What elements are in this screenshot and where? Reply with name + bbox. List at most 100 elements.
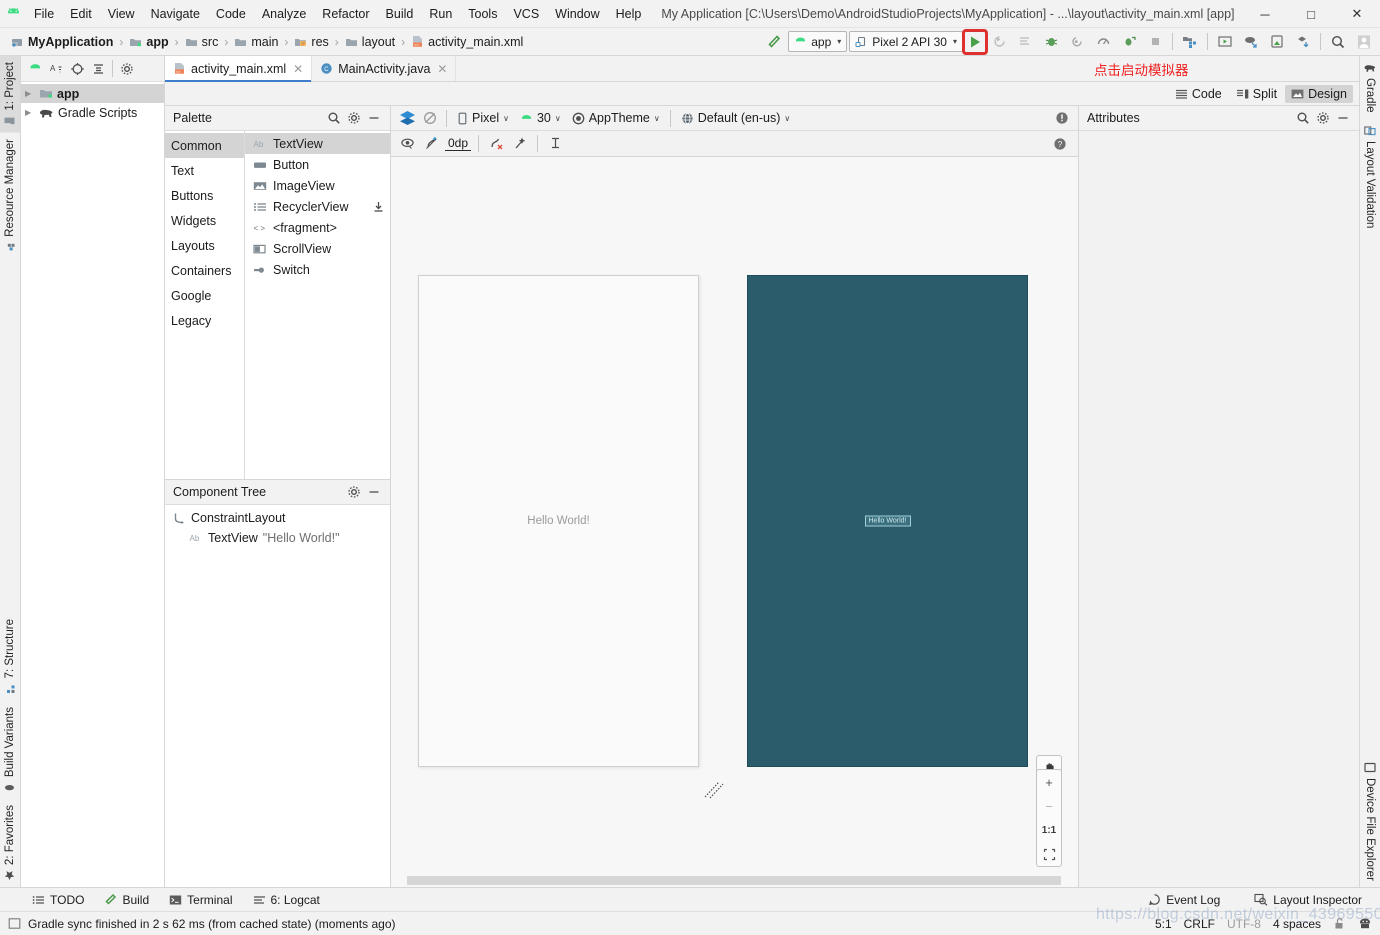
settings-gear-icon[interactable] bbox=[1313, 108, 1333, 128]
palette-item-list[interactable]: Ab TextView Button ImageView RecyclerVie… bbox=[245, 131, 390, 479]
sdk-manager-icon[interactable] bbox=[1178, 31, 1202, 53]
main-toolbar[interactable]: app ▾ Pixel 2 API 30 ▾ bbox=[762, 28, 1376, 55]
palette-category-text[interactable]: Text bbox=[165, 158, 244, 183]
menu-view[interactable]: View bbox=[100, 5, 143, 23]
breadcrumb-item-main[interactable]: main bbox=[231, 34, 281, 50]
settings-gear-icon[interactable] bbox=[344, 108, 364, 128]
caret-position[interactable]: 5:1 bbox=[1155, 917, 1172, 931]
palette-category-legacy[interactable]: Legacy bbox=[165, 308, 244, 333]
palette-item-imageview[interactable]: ImageView bbox=[245, 175, 390, 196]
module-selector[interactable]: app ▾ bbox=[788, 31, 848, 52]
run-anything-icon[interactable] bbox=[1117, 31, 1141, 53]
tool-window-terminal[interactable]: Terminal bbox=[159, 891, 242, 909]
menu-build[interactable]: Build bbox=[378, 5, 422, 23]
collapse-all-icon[interactable] bbox=[88, 59, 108, 79]
file-encoding[interactable]: UTF-8 bbox=[1227, 917, 1261, 931]
palette-item-button[interactable]: Button bbox=[245, 154, 390, 175]
project-pane-toolbar[interactable]: A bbox=[21, 56, 164, 82]
zoom-in-button[interactable]: + bbox=[1036, 770, 1062, 794]
blueprint-off-icon[interactable] bbox=[420, 108, 440, 128]
build-hammer-icon[interactable] bbox=[762, 31, 786, 53]
minimize-icon[interactable] bbox=[364, 482, 384, 502]
design-toolbar-right[interactable] bbox=[1052, 108, 1072, 128]
sidebar-item-structure[interactable]: 7: Structure bbox=[0, 613, 20, 700]
scrollbar-thumb[interactable] bbox=[407, 876, 1061, 885]
breadcrumb-item-src[interactable]: src bbox=[182, 34, 222, 50]
menu-file[interactable]: File bbox=[26, 5, 62, 23]
locale-selector[interactable]: Default (en-us) ∨ bbox=[677, 110, 795, 126]
apply-changes-icon[interactable] bbox=[987, 31, 1011, 53]
api-level-selector[interactable]: 30 ∨ bbox=[516, 110, 565, 126]
close-icon[interactable]: ✕ bbox=[293, 62, 303, 76]
palette-category-buttons[interactable]: Buttons bbox=[165, 183, 244, 208]
zoom-controls[interactable]: + − 1:1 bbox=[1036, 769, 1062, 867]
palette-item-scrollview[interactable]: ScrollView bbox=[245, 238, 390, 259]
sidebar-item-gradle[interactable]: Gradle bbox=[1360, 56, 1380, 119]
project-tree[interactable]: ▶ app ▶ Gradle Scripts bbox=[21, 82, 164, 887]
inspection-hector-icon[interactable] bbox=[1358, 917, 1372, 930]
breadcrumb-item-layout[interactable]: layout bbox=[342, 34, 398, 50]
palette-category-list[interactable]: Common Text Buttons Widgets Layouts Cont… bbox=[165, 131, 245, 479]
sidebar-item-layout-validation[interactable]: Layout Validation bbox=[1360, 119, 1380, 234]
palette-category-layouts[interactable]: Layouts bbox=[165, 233, 244, 258]
menu-run[interactable]: Run bbox=[421, 5, 460, 23]
minimize-icon[interactable] bbox=[1333, 108, 1353, 128]
tool-window-logcat[interactable]: 6: Logcat bbox=[243, 891, 330, 909]
component-tree-body[interactable]: ConstraintLayout Ab TextView "Hello Worl… bbox=[165, 505, 390, 887]
close-icon[interactable]: ✕ bbox=[437, 62, 447, 76]
baseline-align-icon[interactable] bbox=[545, 134, 565, 154]
menu-help[interactable]: Help bbox=[608, 5, 650, 23]
sidebar-item-favorites[interactable]: 2: Favorites bbox=[0, 799, 20, 887]
settings-gear-icon[interactable] bbox=[344, 482, 364, 502]
user-account-icon[interactable] bbox=[1352, 31, 1376, 53]
clear-constraints-icon[interactable] bbox=[486, 134, 506, 154]
breadcrumb-item-myapplication[interactable]: MyApplication bbox=[8, 34, 116, 50]
canvas-horizontal-scrollbar[interactable] bbox=[391, 873, 1078, 887]
palette-category-common[interactable]: Common bbox=[165, 133, 244, 158]
run-button[interactable] bbox=[962, 28, 988, 55]
sidebar-item-build-variants[interactable]: Build Variants bbox=[0, 701, 20, 799]
menu-edit[interactable]: Edit bbox=[62, 5, 100, 23]
sdk-download-icon[interactable] bbox=[1291, 31, 1315, 53]
view-mode-design[interactable]: Design bbox=[1285, 84, 1353, 103]
theme-selector[interactable]: AppTheme ∨ bbox=[568, 110, 664, 126]
zoom-out-button[interactable]: − bbox=[1036, 794, 1062, 818]
tab-activity-main-xml[interactable]: <> activity_main.xml ✕ bbox=[165, 56, 313, 82]
search-icon[interactable] bbox=[1293, 108, 1313, 128]
tool-window-todo[interactable]: TODO bbox=[22, 891, 94, 909]
indent-setting[interactable]: 4 spaces bbox=[1273, 917, 1321, 931]
design-canvas[interactable]: Hello World! Hello World! + − 1:1 bbox=[391, 157, 1078, 887]
unlocked-icon[interactable] bbox=[1333, 917, 1346, 930]
device-manager-icon[interactable] bbox=[1265, 31, 1289, 53]
status-bar-right[interactable]: 5:1 CRLF UTF-8 4 spaces bbox=[1155, 917, 1372, 931]
device-selector[interactable]: Pixel 2 API 30 ▾ bbox=[849, 31, 963, 52]
stop-button[interactable] bbox=[1143, 31, 1167, 53]
sidebar-item-resource-manager[interactable]: Resource Manager bbox=[0, 133, 20, 259]
tree-node-gradle-scripts[interactable]: ▶ Gradle Scripts bbox=[21, 103, 164, 122]
constraint-toolbar-right[interactable]: ? bbox=[1050, 134, 1070, 154]
close-button[interactable]: ✕ bbox=[1334, 0, 1380, 28]
issues-info-icon[interactable] bbox=[1052, 108, 1072, 128]
tool-window-layout-inspector[interactable]: Layout Inspector bbox=[1244, 891, 1372, 909]
breadcrumb-item-res[interactable]: res bbox=[291, 34, 331, 50]
menu-vcs[interactable]: VCS bbox=[505, 5, 547, 23]
palette-category-widgets[interactable]: Widgets bbox=[165, 208, 244, 233]
attach-debugger-icon[interactable] bbox=[1065, 31, 1089, 53]
settings-gear-icon[interactable] bbox=[117, 59, 137, 79]
sync-gradle-icon[interactable] bbox=[1239, 31, 1263, 53]
minimize-button[interactable]: ─ bbox=[1242, 0, 1288, 28]
download-icon[interactable] bbox=[373, 201, 384, 213]
sort-alpha-icon[interactable]: A bbox=[46, 59, 66, 79]
view-mode-code[interactable]: Code bbox=[1169, 85, 1228, 103]
blueprint-preview[interactable]: Hello World! bbox=[747, 275, 1028, 767]
resize-diagonal-icon[interactable] bbox=[703, 779, 725, 801]
menu-code[interactable]: Code bbox=[208, 5, 254, 23]
tool-window-event-log[interactable]: Event Log bbox=[1138, 891, 1230, 909]
search-everywhere-icon[interactable] bbox=[1326, 31, 1350, 53]
search-icon[interactable] bbox=[324, 108, 344, 128]
breadcrumb-item-app[interactable]: app bbox=[126, 34, 171, 50]
design-surface-toolbar[interactable]: Pixel ∨ 30 ∨ AppTheme ∨ Default (en-us) … bbox=[391, 106, 1078, 131]
palette-category-google[interactable]: Google bbox=[165, 283, 244, 308]
main-menu[interactable]: File Edit View Navigate Code Analyze Ref… bbox=[26, 5, 649, 23]
component-tree-node-constraintlayout[interactable]: ConstraintLayout bbox=[165, 508, 390, 528]
